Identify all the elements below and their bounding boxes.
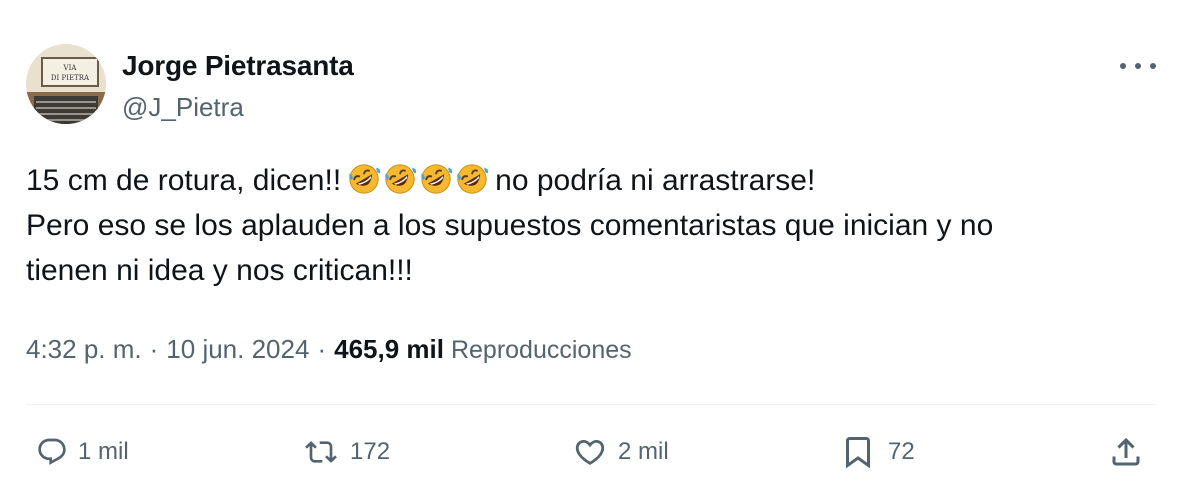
bookmark-count: 72 <box>888 438 915 465</box>
avatar-sign-line-1: VIA <box>63 64 78 72</box>
tweet-text: 15 cm de rotura, dicen!! no podría ni arr… <box>26 158 1166 293</box>
more-options-button[interactable] <box>1120 56 1156 76</box>
emoji-group <box>347 162 489 196</box>
meta-separator: · <box>149 334 159 364</box>
repost-icon <box>305 441 337 463</box>
reply-button[interactable]: 1 mil <box>36 432 129 472</box>
views-label: Reproducciones <box>450 336 632 364</box>
repost-count: 172 <box>350 438 391 465</box>
tweet: VIA DI PIETRA Jorge Pietrasanta @J_Pietr… <box>0 0 1186 492</box>
author-name[interactable]: Jorge Pietrasanta <box>122 50 354 82</box>
more-horizontal-icon <box>1120 63 1126 69</box>
rofl-emoji-icon <box>457 164 489 194</box>
rofl-emoji-icon <box>385 164 417 194</box>
share-icon <box>1112 437 1140 466</box>
avatar[interactable]: VIA DI PIETRA <box>26 44 106 124</box>
reply-count: 1 mil <box>78 438 129 465</box>
like-count: 2 mil <box>618 438 669 465</box>
avatar-sign-line-2: DI PIETRA <box>51 74 90 82</box>
heart-icon <box>575 439 605 465</box>
rofl-emoji-icon <box>421 164 453 194</box>
rofl-emoji-icon <box>349 164 381 194</box>
reply-icon <box>38 438 66 465</box>
meta-separator: · <box>317 334 327 364</box>
views-count: 465,9 mil <box>334 334 444 364</box>
divider <box>26 404 1156 405</box>
tweet-time[interactable]: 4:32 p. m. <box>26 334 142 365</box>
share-button[interactable] <box>1108 432 1144 472</box>
avatar-image: VIA DI PIETRA <box>26 44 106 124</box>
tweet-line-2: Pero eso se los aplauden a los supuestos… <box>26 209 994 242</box>
tweet-meta: 4:32 p. m. · 10 jun. 2024 · 465,9 mil Re… <box>26 334 632 365</box>
author-handle[interactable]: @J_Pietra <box>122 92 244 123</box>
bookmark-icon <box>846 437 870 469</box>
tweet-line-1: 15 cm de rotura, dicen!! no podría ni arr… <box>26 158 1166 203</box>
tweet-line-3: tienen ni idea y nos critican!!! <box>26 254 413 287</box>
repost-button[interactable]: 172 <box>300 432 390 472</box>
bookmark-button[interactable]: 72 <box>840 432 915 472</box>
tweet-date[interactable]: 10 jun. 2024 <box>166 334 309 365</box>
like-button[interactable]: 2 mil <box>572 432 669 472</box>
